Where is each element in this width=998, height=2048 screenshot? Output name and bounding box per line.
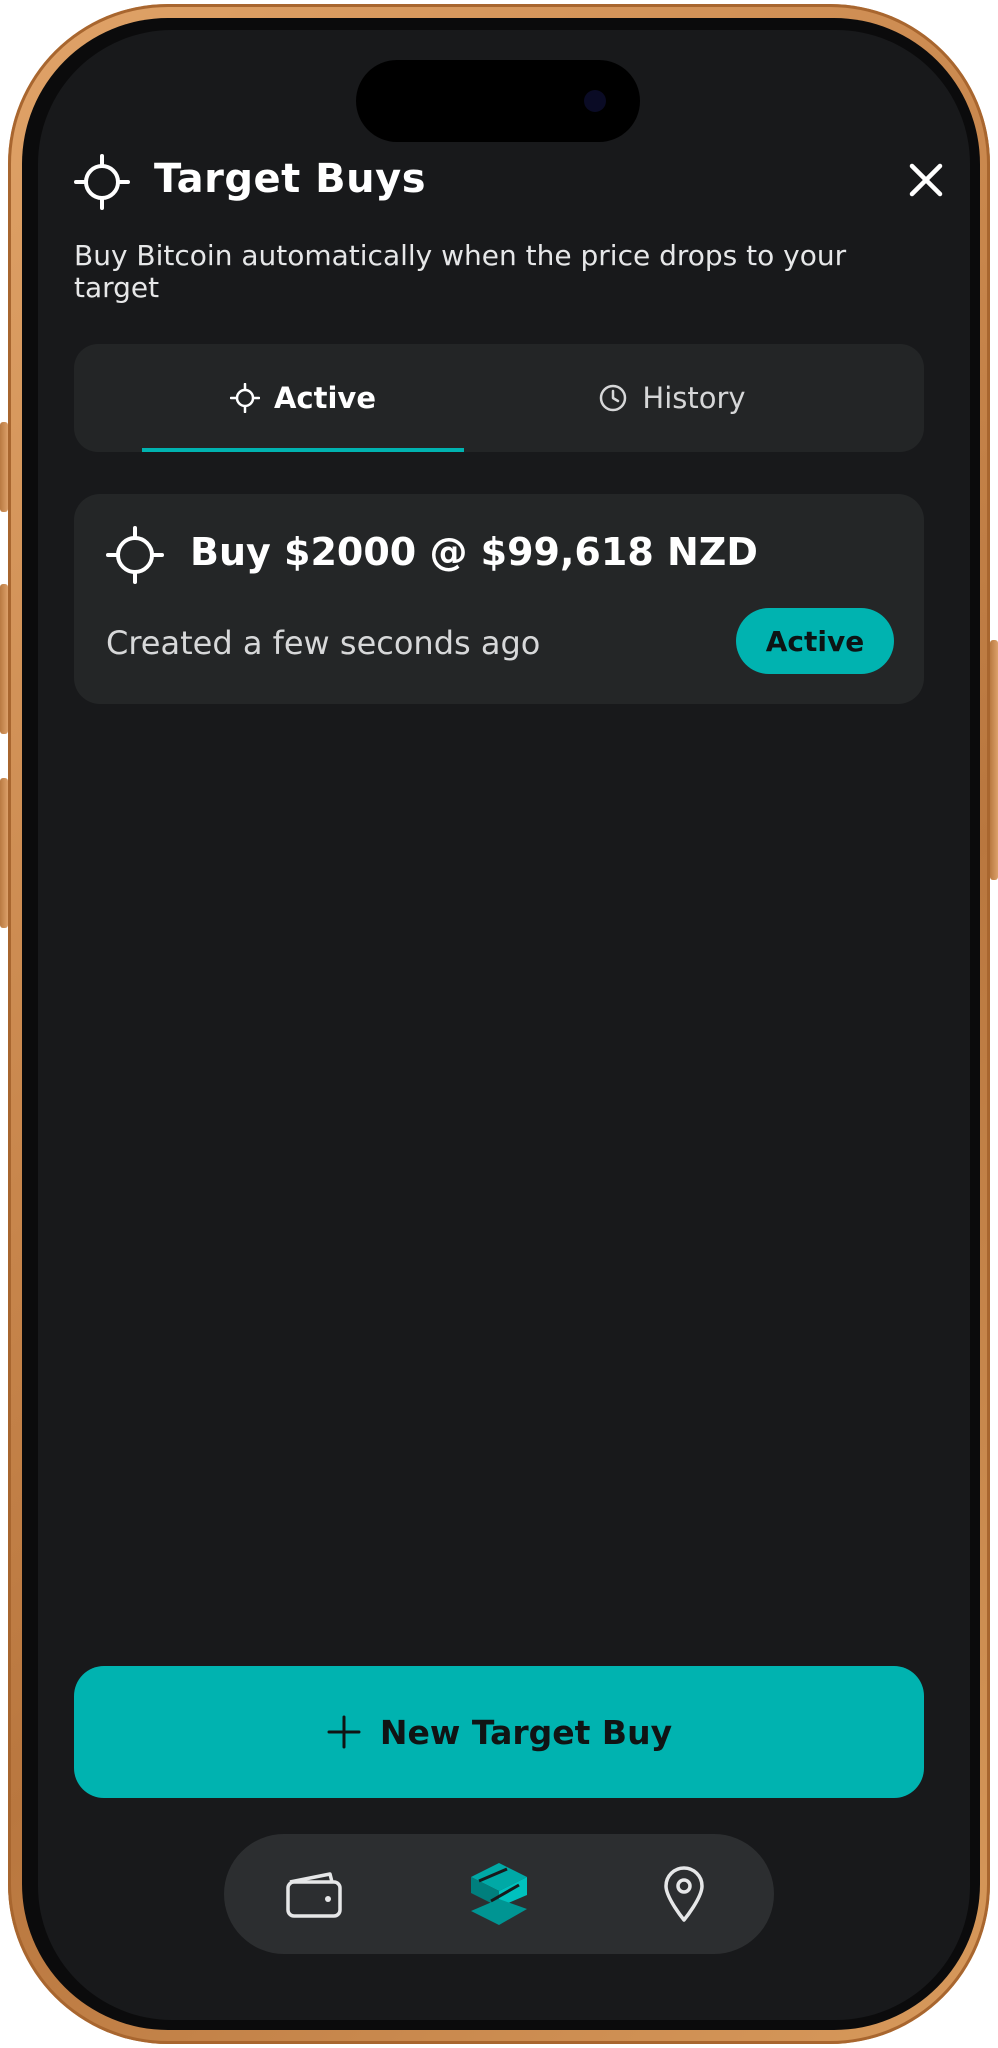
front-camera (584, 90, 606, 112)
tab-active-indicator (142, 448, 464, 452)
wallet-icon (286, 1872, 342, 1918)
target-buy-card[interactable]: Buy $2000 @ $99,618 NZD Created a few se… (74, 494, 924, 704)
crosshair-icon (106, 526, 164, 584)
app-logo-icon (471, 1863, 527, 1925)
status-badge: Active (736, 608, 894, 674)
tab-history[interactable]: History (486, 344, 858, 452)
app-screen: Target Buys Buy Bitcoin automatically wh… (38, 30, 970, 2020)
mute-switch (0, 422, 8, 512)
tab-bar: Active History (74, 344, 924, 452)
bottom-nav (224, 1834, 774, 1954)
nav-wallet[interactable] (278, 1858, 350, 1930)
close-icon[interactable] (904, 158, 948, 202)
new-target-buy-button[interactable]: New Target Buy (74, 1666, 924, 1798)
stage: Target Buys Buy Bitcoin automatically wh… (0, 0, 998, 2048)
clock-icon (600, 384, 627, 412)
new-target-buy-label: New Target Buy (379, 1712, 673, 1752)
volume-down-button (0, 778, 8, 928)
plus-icon (327, 1715, 361, 1749)
tab-history-label: History (642, 381, 746, 415)
page-subtitle: Buy Bitcoin automatically when the price… (74, 239, 847, 304)
power-button (990, 640, 998, 880)
header: Target Buys (74, 150, 954, 230)
order-created-time: Created a few seconds ago (106, 624, 541, 662)
order-title: Buy $2000 @ $99,618 NZD (190, 530, 758, 574)
nav-home[interactable] (463, 1858, 535, 1930)
crosshair-icon (229, 383, 260, 413)
tab-active-label: Active (273, 381, 376, 415)
location-pin-icon (664, 1866, 704, 1922)
volume-up-button (0, 584, 8, 734)
dynamic-island (356, 60, 640, 142)
nav-location[interactable] (648, 1858, 720, 1930)
crosshair-icon (74, 154, 130, 210)
page-title: Target Buys (154, 156, 427, 202)
tab-active[interactable]: Active (142, 344, 464, 452)
